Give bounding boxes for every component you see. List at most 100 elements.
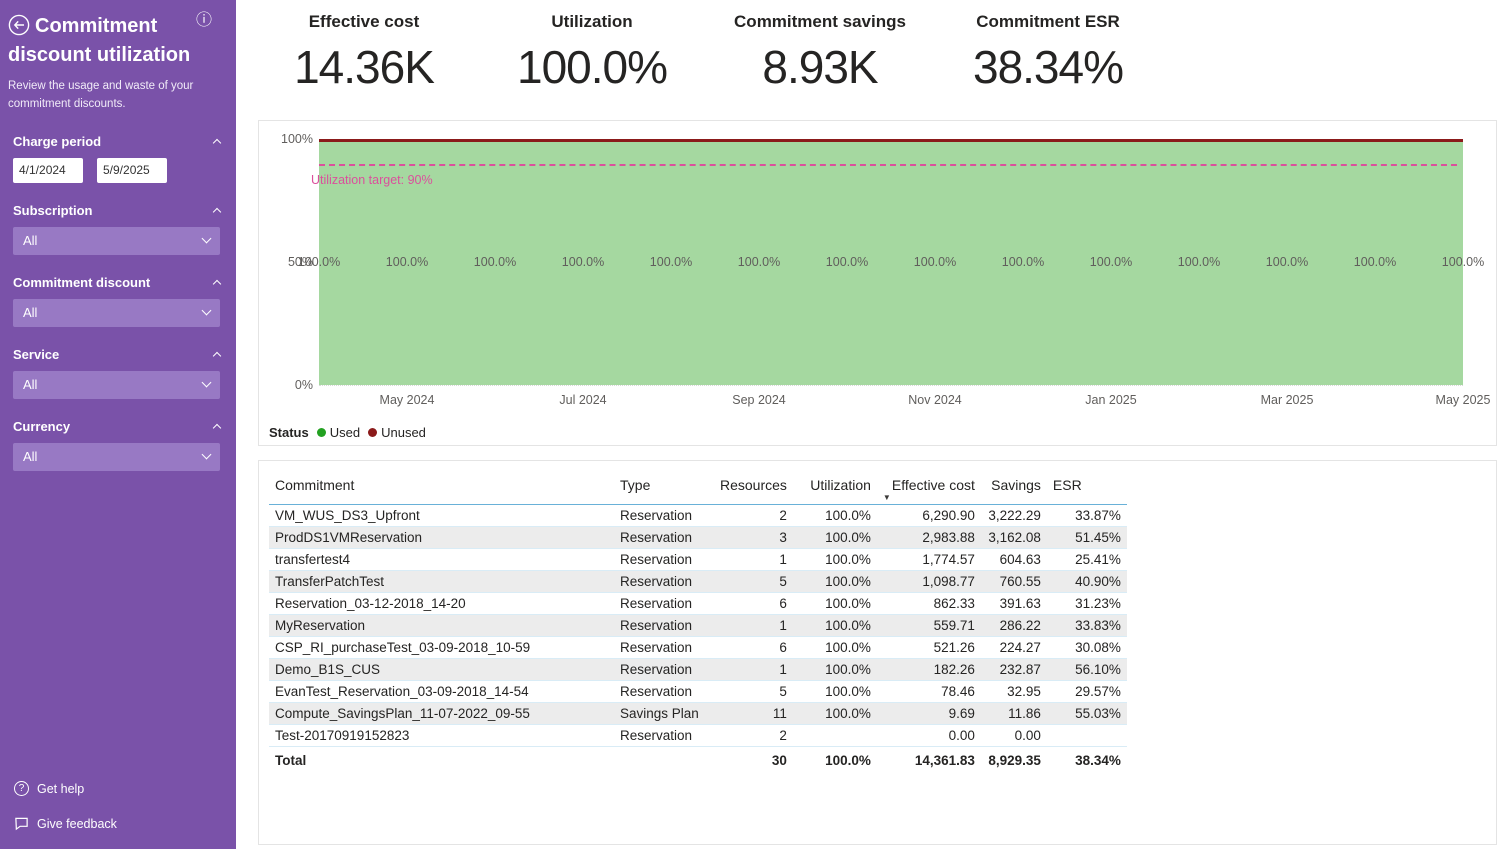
- dropdown-value: All: [23, 377, 38, 393]
- column-header-label: Type: [620, 477, 651, 493]
- collapse-icon[interactable]: [212, 138, 222, 148]
- info-icon[interactable]: ⓘ: [196, 13, 212, 29]
- table-row[interactable]: TransferPatchTest Reservation 5 100.0% 1,098…: [269, 570, 1127, 593]
- table-row[interactable]: Test-20170919152823 Reservation 2 0.00 0.00: [269, 725, 1127, 747]
- cell-utilization: 100.0%: [825, 508, 871, 523]
- column-header-savings[interactable]: Savings: [981, 471, 1047, 505]
- table: Commitment Type Resources Utilization Effect…: [269, 471, 1127, 774]
- commitment-discount-dropdown[interactable]: All: [13, 298, 220, 327]
- collapse-icon[interactable]: [212, 423, 222, 433]
- date-to-input[interactable]: [97, 157, 167, 183]
- kpi-label: Utilization: [551, 12, 633, 31]
- utilization-chart: 100% 50% 0% Utilization target: 90% 100.…: [258, 120, 1497, 446]
- cell-type: Reservation: [620, 640, 693, 655]
- date-from-input[interactable]: [13, 157, 83, 183]
- collapse-icon[interactable]: [212, 351, 222, 361]
- collapse-icon[interactable]: [212, 279, 222, 289]
- cell-commitment: Test-20170919152823: [275, 728, 410, 743]
- table-row[interactable]: CSP_RI_purchaseTest_03-09-2018_10-59 Rese…: [269, 637, 1127, 659]
- chevron-down-icon: [201, 449, 212, 460]
- cell-savings: 3,162.08: [988, 530, 1041, 545]
- filter-label: Subscription: [13, 202, 93, 218]
- cell-resources: 1: [779, 662, 787, 677]
- cell-esr: 25.41%: [1075, 552, 1121, 567]
- chevron-down-icon: [201, 377, 212, 388]
- cell-effective-cost: 6,290.90: [922, 508, 975, 523]
- legend-title: Status: [269, 425, 309, 440]
- x-axis-label: Nov 2024: [908, 393, 962, 407]
- column-header-esr[interactable]: ESR: [1047, 471, 1127, 505]
- table-row[interactable]: VM_WUS_DS3_Upfront Reservation 2 100.0% 6,29…: [269, 505, 1127, 527]
- cell-effective-cost: 1,774.57: [922, 552, 975, 567]
- currency-dropdown[interactable]: All: [13, 442, 220, 471]
- data-label: 100.0%: [825, 255, 869, 269]
- table-row[interactable]: MyReservation Reservation 1 100.0% 559.71 286…: [269, 614, 1127, 637]
- plot-area[interactable]: Utilization target: 90% 100.0% 100.0% 100.…: [298, 139, 1484, 386]
- column-header-resources[interactable]: Resources: [714, 471, 793, 505]
- filter-subscription: Subscription All: [0, 203, 236, 255]
- cell-utilization: 100.0%: [825, 618, 871, 633]
- total-cell-effective-cost: 14,361.83: [914, 753, 975, 768]
- back-button[interactable]: [8, 14, 30, 36]
- cell-effective-cost: 182.26: [933, 662, 975, 677]
- cell-commitment: VM_WUS_DS3_Upfront: [275, 508, 420, 523]
- cell-type: Reservation: [620, 618, 693, 633]
- data-label: 100.0%: [913, 255, 957, 269]
- cell-resources: 3: [779, 530, 787, 545]
- dropdown-value: All: [23, 305, 38, 321]
- legend-item-unused[interactable]: Unused: [368, 425, 426, 440]
- cell-utilization: 100.0%: [825, 574, 871, 589]
- total-cell-utilization: 100.0%: [825, 753, 871, 768]
- table-row[interactable]: EvanTest_Reservation_03-09-2018_14-54 Res…: [269, 681, 1127, 703]
- cell-esr: 29.57%: [1075, 684, 1121, 699]
- service-dropdown[interactable]: All: [13, 370, 220, 399]
- cell-effective-cost: 559.71: [933, 618, 975, 633]
- cell-savings: 391.63: [999, 596, 1041, 611]
- y-axis-label: 100%: [281, 132, 313, 146]
- table-row[interactable]: transfertest4 Reservation 1 100.0% 1,774.57 6…: [269, 549, 1127, 571]
- cell-utilization: 100.0%: [825, 596, 871, 611]
- collapse-icon[interactable]: [212, 207, 222, 217]
- legend-label: Unused: [381, 425, 426, 440]
- cell-commitment: Demo_B1S_CUS: [275, 662, 381, 677]
- total-row: Total 30 100.0% 14,361.83 8,929.35 38.34%: [269, 746, 1127, 775]
- cell-savings: 760.55: [999, 574, 1041, 589]
- kpi-label: Commitment savings: [734, 12, 906, 31]
- table-row[interactable]: Reservation_03-12-2018_14-20 Reservation 6…: [269, 593, 1127, 615]
- cell-resources: 2: [779, 728, 787, 743]
- legend-item-used[interactable]: Used: [316, 425, 360, 440]
- kpi-value: 14.36K: [294, 41, 435, 93]
- give-feedback-link[interactable]: Give feedback: [0, 806, 236, 841]
- sidebar-header: Commitment discount utilization ⓘ: [0, 0, 236, 70]
- get-help-link[interactable]: ? Get help: [0, 771, 236, 806]
- table-row[interactable]: ProdDS1VMReservation Reservation 3 100.0% 2,…: [269, 526, 1127, 549]
- sidebar: Commitment discount utilization ⓘ Review…: [0, 0, 236, 849]
- cell-savings: 11.86: [1008, 706, 1041, 721]
- column-header-label: Effective cost: [891, 477, 975, 493]
- cell-resources: 2: [779, 508, 787, 523]
- subscription-dropdown[interactable]: All: [13, 226, 220, 255]
- cell-esr: 40.90%: [1075, 574, 1121, 589]
- legend-dot-icon: [316, 428, 326, 437]
- cell-savings: 224.27: [999, 640, 1041, 655]
- x-axis-label: May 2025: [1435, 393, 1491, 407]
- data-label: 100.0%: [561, 255, 605, 269]
- get-help-label: Get help: [37, 781, 85, 796]
- sidebar-footer: ? Get help Give feedback: [0, 771, 236, 841]
- data-label: 100.0%: [473, 255, 517, 269]
- column-header-utilization[interactable]: Utilization: [793, 471, 877, 505]
- cell-utilization: 100.0%: [825, 530, 871, 545]
- column-header-type[interactable]: Type: [614, 471, 714, 505]
- cell-esr: [1047, 725, 1127, 747]
- data-label: 100.0%: [1001, 255, 1045, 269]
- page-title: Commitment discount utilization: [8, 15, 191, 66]
- table-row[interactable]: Demo_B1S_CUS Reservation 1 100.0% 182.26 232.…: [269, 658, 1127, 681]
- x-axis-label: Mar 2025: [1260, 393, 1314, 407]
- column-header-effective-cost[interactable]: Effective cost ▼: [877, 471, 981, 505]
- column-header-label: Resources: [720, 477, 787, 493]
- dropdown-value: All: [23, 233, 38, 249]
- data-label: 100.0%: [1441, 255, 1485, 269]
- column-header-commitment[interactable]: Commitment: [269, 471, 614, 505]
- data-label: 100.0%: [297, 255, 341, 269]
- table-row[interactable]: Compute_SavingsPlan_11-07-2022_09-55 Savi…: [269, 702, 1127, 725]
